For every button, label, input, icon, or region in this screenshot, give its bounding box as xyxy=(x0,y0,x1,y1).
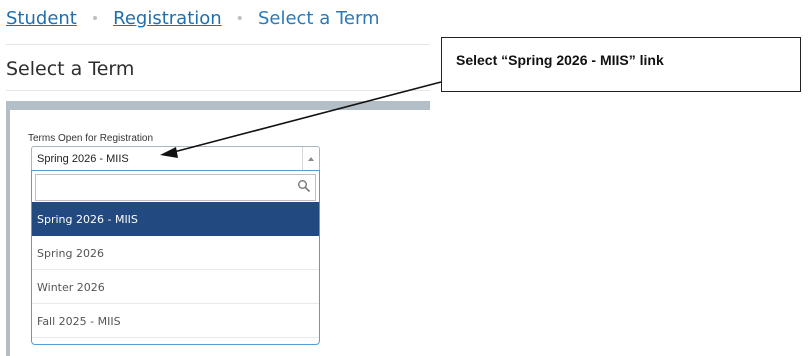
callout-arrow xyxy=(160,81,442,158)
